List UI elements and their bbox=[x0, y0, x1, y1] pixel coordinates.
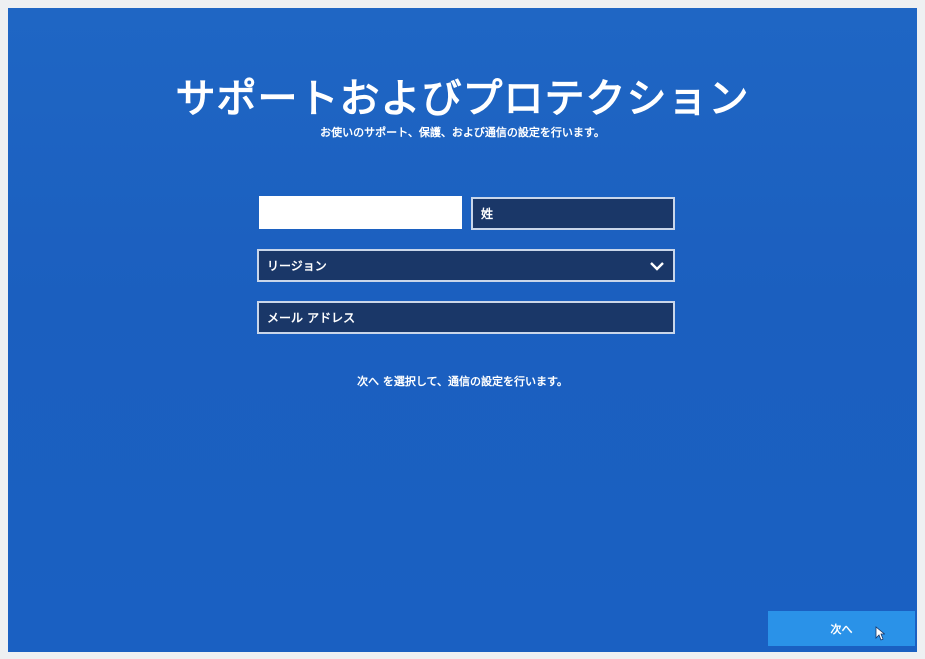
page-subtitle: お使いのサポート、保護、および通信の設定を行います。 bbox=[320, 126, 605, 139]
next-button[interactable]: 次へ bbox=[768, 611, 915, 646]
last-name-input[interactable]: 姓 bbox=[471, 197, 675, 230]
region-selected-value: リージョン bbox=[267, 259, 327, 273]
first-name-input[interactable] bbox=[259, 196, 462, 229]
email-input[interactable]: メール アドレス bbox=[257, 301, 675, 334]
mouse-cursor-icon bbox=[875, 626, 886, 645]
setup-screen: サポートおよびプロテクション お使いのサポート、保護、および通信の設定を行います… bbox=[8, 8, 917, 652]
region-select[interactable]: リージョン bbox=[257, 249, 675, 282]
email-placeholder: メール アドレス bbox=[267, 311, 356, 325]
next-hint-text: 次へ を選択して、通信の設定を行います。 bbox=[357, 375, 568, 388]
page-title: サポートおよびプロテクション bbox=[175, 76, 750, 122]
chevron-down-icon[interactable] bbox=[649, 261, 665, 271]
last-name-placeholder: 姓 bbox=[481, 207, 494, 221]
next-button-label: 次へ bbox=[830, 622, 853, 636]
